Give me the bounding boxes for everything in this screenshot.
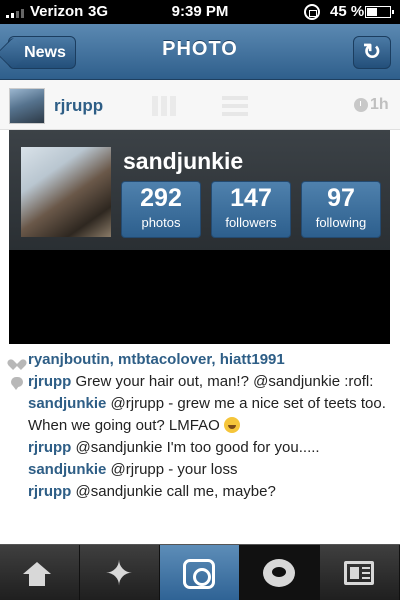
page-title: PHOTO: [162, 38, 238, 60]
rotation-lock-icon: [304, 4, 320, 20]
stat-value: 147: [230, 184, 272, 212]
comment-row: rjrupp @sandjunkie call me, maybe?: [10, 481, 394, 503]
comment-user[interactable]: rjrupp: [28, 439, 71, 456]
profile-picture: [21, 147, 111, 237]
tab-news[interactable]: [240, 545, 320, 600]
comment-bubble-icon: [11, 377, 23, 390]
status-bar: Verizon 3G 9:39 PM 45 %: [0, 0, 400, 24]
stat-label: photos: [141, 215, 181, 230]
stat-photos: 292 photos: [121, 181, 201, 238]
comment-row: sandjunkie @rjrupp - grew me a nice set …: [10, 393, 394, 437]
comment-user[interactable]: sandjunkie: [28, 461, 106, 478]
heart-icon: [11, 355, 23, 366]
profile-card: sandjunkie 292 photos 147 followers 97 f…: [9, 130, 390, 250]
stat-label: followers: [225, 215, 277, 230]
comment-user[interactable]: rjrupp: [28, 483, 71, 500]
post-username[interactable]: rjrupp: [54, 96, 103, 116]
comments-section: ryanjboutin, mtbtacolover, hiatt1991 rjr…: [10, 349, 394, 503]
tab-camera[interactable]: [160, 545, 240, 600]
refresh-button[interactable]: ↻: [353, 36, 391, 69]
home-icon: [23, 562, 51, 586]
clock-icon: [354, 98, 368, 112]
stat-following: 97 following: [301, 181, 381, 238]
explore-icon: ✦: [104, 555, 134, 593]
stat-label: following: [315, 215, 367, 230]
comment-row: rjrupp Grew your hair out, man!? @sandju…: [10, 371, 394, 393]
grid-view-icon: [152, 96, 176, 116]
avatar[interactable]: [9, 88, 45, 124]
tab-profile[interactable]: [320, 545, 400, 600]
stat-value: 97: [327, 184, 355, 212]
profile-name: sandjunkie: [123, 148, 244, 174]
comment-text: @rjrupp - your loss: [106, 461, 238, 478]
comment-text: Grew your hair out, man!? @sandjunkie :r…: [71, 373, 374, 390]
tab-explore[interactable]: ✦: [80, 545, 160, 600]
comment-user[interactable]: rjrupp: [28, 373, 71, 390]
camera-icon: [183, 559, 215, 589]
battery-percent: 45 %: [330, 3, 365, 20]
post-header: rjrupp 1h: [0, 80, 400, 130]
tab-bar: ✦: [0, 544, 400, 600]
list-view-icon: [222, 96, 248, 116]
tab-home[interactable]: [0, 545, 80, 600]
likes-row: ryanjboutin, mtbtacolover, hiatt1991: [10, 349, 394, 371]
comment-user[interactable]: sandjunkie: [28, 395, 106, 412]
refresh-icon: ↻: [362, 39, 382, 64]
nav-bar: News PHOTO ↻: [0, 24, 400, 80]
profile-icon: [344, 561, 374, 585]
news-icon: [263, 559, 295, 587]
likes-list[interactable]: ryanjboutin, mtbtacolover, hiatt1991: [28, 351, 285, 368]
comment-row: rjrupp @sandjunkie I'm too good for you.…: [10, 437, 394, 459]
stat-followers: 147 followers: [211, 181, 291, 238]
post-photo[interactable]: sandjunkie 292 photos 147 followers 97 f…: [9, 130, 390, 344]
laughing-emoji-icon: [223, 417, 240, 433]
stat-value: 292: [140, 184, 182, 212]
battery-icon: [365, 6, 394, 18]
comment-text: @sandjunkie I'm too good for you.....: [71, 439, 320, 456]
comment-text: @sandjunkie call me, maybe?: [71, 483, 276, 500]
comment-row: sandjunkie @rjrupp - your loss: [10, 459, 394, 481]
post-time: 1h: [370, 96, 389, 113]
